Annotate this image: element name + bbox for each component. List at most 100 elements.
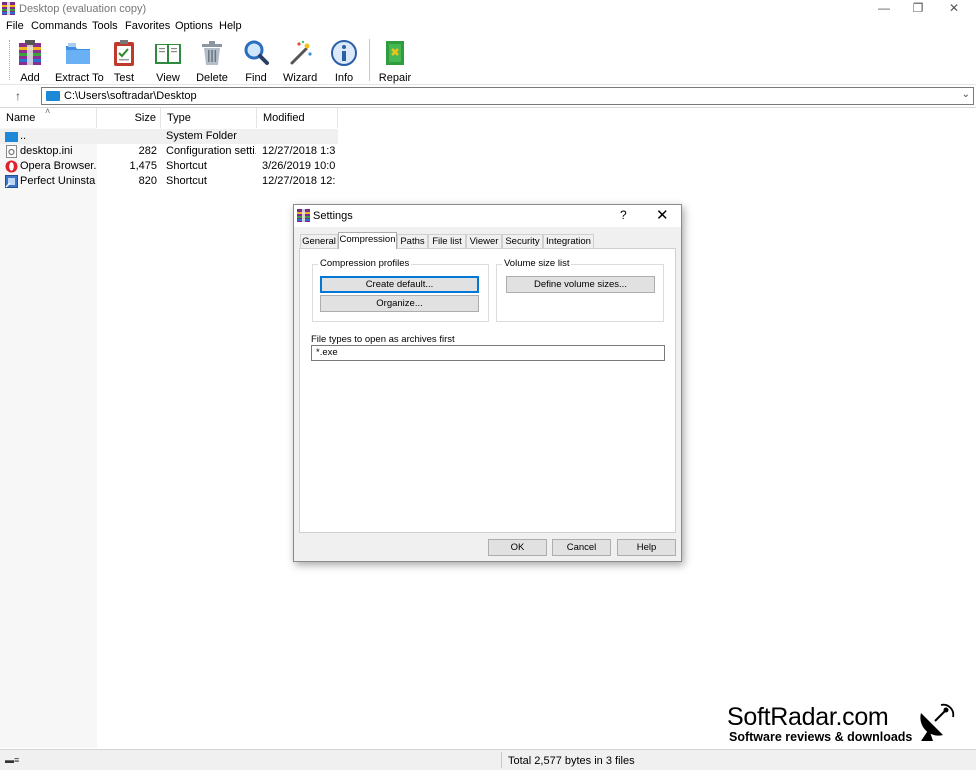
cancel-button[interactable]: Cancel [552,539,611,556]
delete-button[interactable]: Delete [196,39,228,84]
view-label: View [156,72,180,84]
up-folder-button[interactable]: ↑ [10,88,26,104]
table-row[interactable]: desktop.ini 282 Configuration setti... 1… [0,144,338,159]
watermark-brand: SoftRadar.com [727,703,889,731]
ok-button[interactable]: OK [488,539,547,556]
tab-file-list[interactable]: File list [428,234,466,248]
menu-favorites[interactable]: Favorites [125,20,170,32]
compression-tab-panel: Compression profiles Create default... O… [299,248,676,533]
file-name: Perfect Uninstall... [20,175,96,187]
chevron-down-icon[interactable]: ⌄ [962,89,970,100]
title-bar: Desktop (evaluation copy) — ❐ ✕ [0,0,976,18]
help-icon[interactable]: ? [620,208,627,222]
parent-folder-icon [5,132,18,142]
tab-general[interactable]: General [300,234,338,248]
satellite-dish-icon [920,703,955,741]
column-header-name[interactable]: Name ˄ [0,106,97,128]
status-bar: ▬≡ Total 2,577 bytes in 3 files [0,749,976,770]
tab-security[interactable]: Security [502,234,543,248]
column-header-type-label: Type [167,112,191,124]
restore-icon: ❐ [912,1,924,15]
column-header-size[interactable]: Size [97,108,161,128]
uninstaller-shortcut-icon [5,175,18,188]
restore-button[interactable]: ❐ [900,0,936,18]
extract-folder-icon [66,43,90,64]
settings-file-icon [6,145,17,158]
close-icon: ✕ [948,1,960,15]
close-window-button[interactable]: ✕ [936,0,972,18]
settings-dialog: Settings ? ✕ General Compression Paths F… [293,204,682,562]
file-name: Opera Browser.lnk [20,160,96,172]
column-header-size-label: Size [134,112,156,124]
file-type: Configuration setti... [166,145,256,157]
table-row[interactable]: Opera Browser.lnk 1,475 Shortcut 3/26/20… [0,159,338,174]
file-types-input[interactable]: *.exe [311,345,665,361]
menu-options[interactable]: Options [175,20,213,32]
address-bar: ↑ C:\Users\softradar\Desktop ⌄ [0,86,976,108]
repair-kit-icon [386,41,404,65]
volume-size-list-group: Volume size list Define volume sizes... [496,258,664,322]
dialog-title: Settings [313,210,353,222]
menu-tools[interactable]: Tools [92,20,118,32]
menu-commands[interactable]: Commands [31,20,87,32]
add-button[interactable]: Add [14,39,46,84]
toolbar-grip [9,40,12,80]
tab-paths[interactable]: Paths [397,234,428,248]
column-header-modified[interactable]: Modified [257,108,338,128]
column-header-type[interactable]: Type [161,108,257,128]
drive-lock-icon[interactable]: ▬≡ [5,755,19,765]
address-path: C:\Users\softradar\Desktop [64,90,197,102]
table-row[interactable]: Perfect Uninstall... 820 Shortcut 12/27/… [0,174,338,189]
test-button[interactable]: Test [108,39,140,84]
wizard-label: Wizard [283,72,318,84]
delete-trash-icon [202,41,222,65]
file-type: Shortcut [166,160,207,172]
find-button[interactable]: Find [240,39,272,84]
help-button[interactable]: Help [617,539,676,556]
file-name: desktop.ini [20,145,73,157]
dialog-title-bar[interactable]: Settings ? ✕ [294,205,681,227]
view-button[interactable]: View [151,39,185,84]
address-field[interactable]: C:\Users\softradar\Desktop ⌄ [41,87,974,105]
toolbar-separator [369,39,370,81]
create-default-button[interactable]: Create default... [320,276,479,293]
minimize-icon: — [878,1,890,15]
table-row[interactable]: .. System Folder [0,129,338,144]
name-column-shade [0,128,97,748]
opera-browser-icon [5,160,18,173]
info-label: Info [334,72,354,84]
tab-compression[interactable]: Compression [338,232,397,249]
menu-help[interactable]: Help [219,20,242,32]
column-header-modified-label: Modified [263,112,305,124]
define-volume-sizes-button[interactable]: Define volume sizes... [506,276,655,293]
delete-label: Delete [196,72,228,84]
menu-file[interactable]: File [6,20,24,32]
find-magnifier-icon [244,40,269,65]
view-book-icon [155,44,181,64]
file-size: 282 [138,145,157,157]
test-clipboard-icon [114,40,134,66]
file-size: 1,475 [129,160,157,172]
close-icon[interactable]: ✕ [656,206,669,224]
winrar-app-icon [297,209,310,222]
file-types-label: File types to open as archives first [311,334,455,345]
volume-size-list-label: Volume size list [502,258,572,269]
wizard-button[interactable]: Wizard [283,39,318,84]
extract-to-button[interactable]: Extract To [55,39,104,84]
file-type: System Folder [166,130,237,142]
minimize-button[interactable]: — [866,0,902,18]
file-modified: 3/26/2019 10:0... [262,160,336,172]
tab-viewer[interactable]: Viewer [466,234,502,248]
organize-button[interactable]: Organize... [320,295,479,312]
tab-integration[interactable]: Integration [543,234,594,248]
folder-icon [46,91,60,101]
wizard-wand-icon [290,40,312,65]
info-button[interactable]: Info [328,39,360,84]
file-modified: 12/27/2018 1:3... [262,145,336,157]
repair-button[interactable]: Repair [378,39,412,84]
watermark-tagline: Software reviews & downloads [729,730,913,744]
status-divider [501,752,502,768]
column-header-name-label: Name [6,112,36,124]
file-size: 820 [138,175,157,187]
file-type: Shortcut [166,175,207,187]
